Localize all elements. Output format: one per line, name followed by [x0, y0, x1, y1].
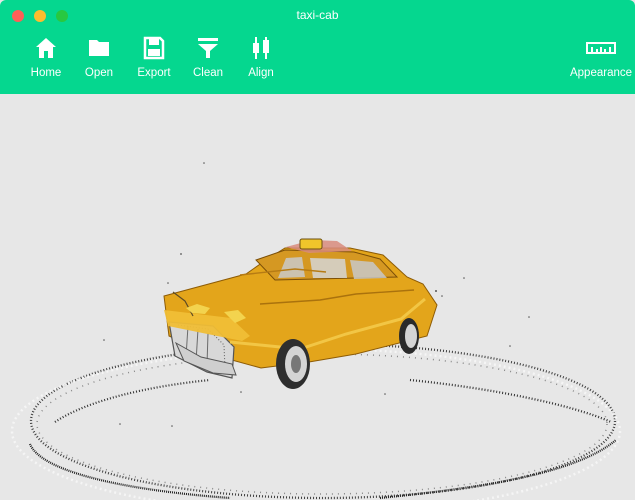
appearance-label: Appearance: [569, 67, 633, 79]
taxi-cab-point-cloud: [163, 238, 438, 389]
ruler-icon: [568, 36, 634, 60]
align-icon: [233, 36, 289, 60]
home-label: Home: [30, 67, 62, 79]
open-button[interactable]: Open: [71, 36, 127, 86]
3d-viewport[interactable]: [0, 94, 635, 500]
toolbar: Home Open Export Clean Align Appearance: [0, 28, 635, 94]
folder-icon: [71, 36, 127, 60]
funnel-icon: [180, 36, 236, 60]
ground-ring-point-cloud: [10, 342, 622, 500]
window-title: taxi-cab: [296, 8, 339, 22]
home-button[interactable]: Home: [18, 36, 74, 86]
align-label: Align: [248, 67, 274, 79]
home-icon: [18, 36, 74, 60]
export-label: Export: [137, 67, 171, 79]
appearance-button[interactable]: Appearance: [568, 36, 634, 86]
open-label: Open: [84, 67, 114, 79]
floppy-disk-icon: [126, 36, 182, 60]
clean-label: Clean: [192, 67, 224, 79]
app-window: taxi-cab Home Open Export Clean Align Ap…: [0, 0, 635, 500]
title-bar[interactable]: taxi-cab: [0, 0, 635, 28]
clean-button[interactable]: Clean: [180, 36, 236, 86]
export-button[interactable]: Export: [126, 36, 182, 86]
align-button[interactable]: Align: [233, 36, 289, 86]
